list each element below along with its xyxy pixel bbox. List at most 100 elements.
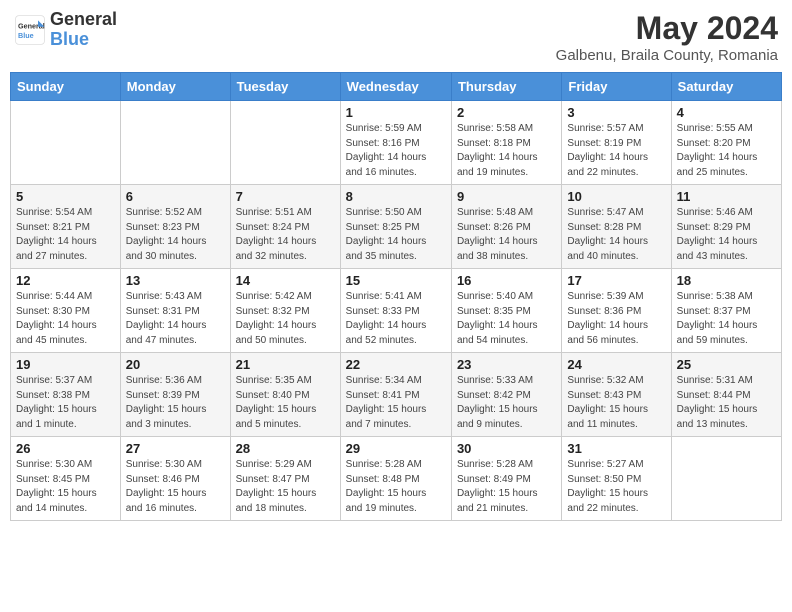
calendar-cell: [671, 437, 781, 521]
calendar-cell: 27 Sunrise: 5:30 AM Sunset: 8:46 PM Dayli…: [120, 437, 230, 521]
calendar-cell: 17Sunrise: 5:39 AM Sunset: 8:36 PM Dayli…: [562, 269, 671, 353]
day-info: Sunrise: 5:28 AM Sunset: 8:48 PM Dayligh…: [346, 458, 446, 516]
day-info: Sunrise: 5:43 AM Sunset: 8:31 PM Dayligh…: [126, 290, 225, 348]
day-number: 17: [567, 273, 665, 288]
day-header-friday: Friday: [562, 73, 671, 101]
day-info: Sunrise: 5:55 AM Sunset: 8:20 PM Dayligh…: [677, 122, 776, 180]
calendar-cell: 8 Sunrise: 5:50 AM Sunset: 8:25 PM Daylig…: [340, 185, 451, 269]
day-info: Sunrise: 5:47 AM Sunset: 8:28 PM Dayligh…: [567, 206, 665, 264]
day-info: Sunrise: 5:34 AM Sunset: 8:41 PM Dayligh…: [346, 374, 446, 432]
calendar-cell: 21 Sunrise: 5:35 AM Sunset: 8:40 PM Dayli…: [230, 353, 340, 437]
calendar-cell: 14 Sunrise: 5:42 AM Sunset: 8:32 PM Dayli…: [230, 269, 340, 353]
day-number: 29: [346, 441, 446, 456]
day-info: Sunrise: 5:54 AM Sunset: 8:21 PM Dayligh…: [16, 206, 115, 264]
calendar-cell: 12 Sunrise: 5:44 AM Sunset: 8:30 PM Dayli…: [11, 269, 121, 353]
day-info: Sunrise: 5:31 AM Sunset: 8:44 PM Dayligh…: [677, 374, 776, 432]
day-info: Sunrise: 5:30 AM Sunset: 8:45 PM Dayligh…: [16, 458, 115, 516]
day-info: Sunrise: 5:36 AM Sunset: 8:39 PM Dayligh…: [126, 374, 225, 432]
calendar-cell: 4 Sunrise: 5:55 AM Sunset: 8:20 PM Daylig…: [671, 101, 781, 185]
calendar-cell: 10 Sunrise: 5:47 AM Sunset: 8:28 PM Dayli…: [562, 185, 671, 269]
calendar-cell: 13Sunrise: 5:43 AM Sunset: 8:31 PM Dayli…: [120, 269, 230, 353]
day-header-wednesday: Wednesday: [340, 73, 451, 101]
calendar-cell: 7 Sunrise: 5:51 AM Sunset: 8:24 PM Daylig…: [230, 185, 340, 269]
day-number: 30: [457, 441, 556, 456]
location-title: Galbenu, Braila County, Romania: [556, 47, 778, 64]
page-header: General Blue General Blue May 2024 Galbe…: [10, 10, 782, 64]
day-info: Sunrise: 5:59 AM Sunset: 8:16 PM Dayligh…: [346, 122, 446, 180]
day-number: 15: [346, 273, 446, 288]
day-info: Sunrise: 5:35 AM Sunset: 8:40 PM Dayligh…: [236, 374, 335, 432]
day-info: Sunrise: 5:44 AM Sunset: 8:30 PM Dayligh…: [16, 290, 115, 348]
logo-icon: General Blue: [14, 14, 46, 46]
calendar-cell: [11, 101, 121, 185]
calendar-cell: 23 Sunrise: 5:33 AM Sunset: 8:42 PM Dayli…: [451, 353, 561, 437]
day-number: 11: [677, 189, 776, 204]
day-number: 25: [677, 357, 776, 372]
day-header-thursday: Thursday: [451, 73, 561, 101]
calendar-week-5: 26 Sunrise: 5:30 AM Sunset: 8:45 PM Dayli…: [11, 437, 782, 521]
day-number: 16: [457, 273, 556, 288]
calendar-week-4: 19Sunrise: 5:37 AM Sunset: 8:38 PM Dayli…: [11, 353, 782, 437]
day-number: 6: [126, 189, 225, 204]
calendar-cell: 2 Sunrise: 5:58 AM Sunset: 8:18 PM Daylig…: [451, 101, 561, 185]
day-number: 24: [567, 357, 665, 372]
day-info: Sunrise: 5:51 AM Sunset: 8:24 PM Dayligh…: [236, 206, 335, 264]
day-info: Sunrise: 5:33 AM Sunset: 8:42 PM Dayligh…: [457, 374, 556, 432]
day-info: Sunrise: 5:42 AM Sunset: 8:32 PM Dayligh…: [236, 290, 335, 348]
day-number: 4: [677, 105, 776, 120]
calendar-cell: 6Sunrise: 5:52 AM Sunset: 8:23 PM Daylig…: [120, 185, 230, 269]
calendar-table: SundayMondayTuesdayWednesdayThursdayFrid…: [10, 72, 782, 521]
logo-blue-text: Blue: [50, 30, 117, 50]
day-number: 22: [346, 357, 446, 372]
logo-text: General Blue: [50, 10, 117, 50]
calendar-cell: 26 Sunrise: 5:30 AM Sunset: 8:45 PM Dayli…: [11, 437, 121, 521]
calendar-cell: 29 Sunrise: 5:28 AM Sunset: 8:48 PM Dayli…: [340, 437, 451, 521]
calendar-cell: 22 Sunrise: 5:34 AM Sunset: 8:41 PM Dayli…: [340, 353, 451, 437]
calendar-cell: 3Sunrise: 5:57 AM Sunset: 8:19 PM Daylig…: [562, 101, 671, 185]
day-number: 26: [16, 441, 115, 456]
day-info: Sunrise: 5:37 AM Sunset: 8:38 PM Dayligh…: [16, 374, 115, 432]
day-number: 27: [126, 441, 225, 456]
day-number: 23: [457, 357, 556, 372]
day-number: 8: [346, 189, 446, 204]
day-number: 3: [567, 105, 665, 120]
calendar-cell: 31Sunrise: 5:27 AM Sunset: 8:50 PM Dayli…: [562, 437, 671, 521]
day-info: Sunrise: 5:30 AM Sunset: 8:46 PM Dayligh…: [126, 458, 225, 516]
day-info: Sunrise: 5:29 AM Sunset: 8:47 PM Dayligh…: [236, 458, 335, 516]
calendar-cell: 15 Sunrise: 5:41 AM Sunset: 8:33 PM Dayli…: [340, 269, 451, 353]
day-header-monday: Monday: [120, 73, 230, 101]
day-info: Sunrise: 5:58 AM Sunset: 8:18 PM Dayligh…: [457, 122, 556, 180]
day-info: Sunrise: 5:27 AM Sunset: 8:50 PM Dayligh…: [567, 458, 665, 516]
month-title: May 2024: [556, 10, 778, 47]
calendar-cell: 30 Sunrise: 5:28 AM Sunset: 8:49 PM Dayli…: [451, 437, 561, 521]
calendar-cell: 20 Sunrise: 5:36 AM Sunset: 8:39 PM Dayli…: [120, 353, 230, 437]
day-number: 2: [457, 105, 556, 120]
day-number: 12: [16, 273, 115, 288]
calendar-week-3: 12 Sunrise: 5:44 AM Sunset: 8:30 PM Dayli…: [11, 269, 782, 353]
calendar-cell: 28Sunrise: 5:29 AM Sunset: 8:47 PM Dayli…: [230, 437, 340, 521]
title-block: May 2024 Galbenu, Braila County, Romania: [556, 10, 778, 64]
day-header-tuesday: Tuesday: [230, 73, 340, 101]
calendar-cell: 18Sunrise: 5:38 AM Sunset: 8:37 PM Dayli…: [671, 269, 781, 353]
day-number: 1: [346, 105, 446, 120]
calendar-cell: 1 Sunrise: 5:59 AM Sunset: 8:16 PM Daylig…: [340, 101, 451, 185]
day-header-sunday: Sunday: [11, 73, 121, 101]
day-number: 21: [236, 357, 335, 372]
day-number: 5: [16, 189, 115, 204]
day-number: 7: [236, 189, 335, 204]
calendar-cell: 16Sunrise: 5:40 AM Sunset: 8:35 PM Dayli…: [451, 269, 561, 353]
calendar-cell: 5 Sunrise: 5:54 AM Sunset: 8:21 PM Daylig…: [11, 185, 121, 269]
day-info: Sunrise: 5:41 AM Sunset: 8:33 PM Dayligh…: [346, 290, 446, 348]
calendar-cell: [230, 101, 340, 185]
calendar-header-row: SundayMondayTuesdayWednesdayThursdayFrid…: [11, 73, 782, 101]
calendar-cell: 9Sunrise: 5:48 AM Sunset: 8:26 PM Daylig…: [451, 185, 561, 269]
calendar-cell: 11 Sunrise: 5:46 AM Sunset: 8:29 PM Dayli…: [671, 185, 781, 269]
day-info: Sunrise: 5:28 AM Sunset: 8:49 PM Dayligh…: [457, 458, 556, 516]
logo: General Blue General Blue: [14, 10, 117, 50]
day-number: 14: [236, 273, 335, 288]
day-number: 20: [126, 357, 225, 372]
day-info: Sunrise: 5:50 AM Sunset: 8:25 PM Dayligh…: [346, 206, 446, 264]
day-info: Sunrise: 5:46 AM Sunset: 8:29 PM Dayligh…: [677, 206, 776, 264]
day-number: 10: [567, 189, 665, 204]
calendar-cell: 24Sunrise: 5:32 AM Sunset: 8:43 PM Dayli…: [562, 353, 671, 437]
